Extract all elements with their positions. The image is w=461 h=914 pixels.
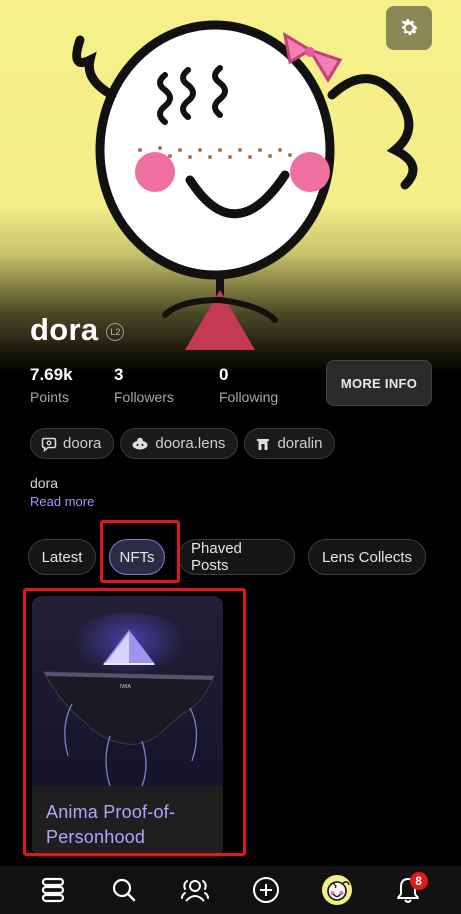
social-handles: doora doora.lens doralin [30, 428, 336, 459]
stat-label: Followers [114, 389, 174, 405]
bottom-nav: 8 [0, 866, 461, 914]
nav-create[interactable] [246, 870, 286, 910]
stat-value: 0 [219, 365, 229, 384]
settings-button[interactable] [386, 6, 432, 50]
nav-search[interactable] [104, 870, 144, 910]
nav-people[interactable] [175, 870, 215, 910]
gear-icon [401, 19, 418, 36]
handle-chip[interactable]: doralin [244, 428, 336, 459]
handle-label: doora [63, 435, 102, 452]
tab-latest[interactable]: Latest [28, 539, 96, 575]
floating-island-pyramid-image: IWIA [43, 613, 215, 787]
nav-profile[interactable] [317, 870, 357, 910]
nav-feed[interactable] [33, 870, 73, 910]
tab-lens-collects[interactable]: Lens Collects [308, 539, 426, 575]
profile-avatar-icon [321, 875, 352, 905]
chat-bubble-icon [41, 437, 57, 452]
nft-image: IWIA [32, 596, 223, 787]
stat-label: Points [30, 389, 69, 405]
level-badge: L2 [106, 323, 125, 341]
handle-chip[interactable]: doora.lens [120, 428, 239, 459]
nft-card[interactable]: IWIA Anima Proof-of-Personhood [32, 596, 223, 858]
tab-phaved-posts[interactable]: Phaved Posts [178, 539, 295, 575]
handle-label: doralin [277, 435, 323, 452]
nav-notifications[interactable]: 8 [388, 870, 428, 910]
stat-value: 7.69k [30, 365, 73, 384]
stat-points[interactable]: 7.69k Points [30, 365, 114, 405]
handle-label: doora.lens [155, 435, 226, 452]
content-tabs: Latest NFTs Phaved Posts Lens Collects [28, 539, 426, 575]
feed-stack-icon [42, 877, 65, 903]
search-icon [113, 878, 136, 902]
gate-icon [257, 438, 270, 450]
svg-text:IWIA: IWIA [120, 684, 131, 690]
profile-stats: 7.69k Points 3 Followers 0 Following [30, 365, 278, 405]
nft-title: Anima Proof-of-Personhood [46, 802, 176, 847]
tab-nfts[interactable]: NFTs [109, 539, 165, 575]
avatar-illustration [72, 20, 418, 350]
more-info-button[interactable]: MORE INFO [326, 360, 432, 406]
stat-followers[interactable]: 3 Followers [114, 365, 219, 405]
profile-bio: dora [30, 475, 59, 491]
people-icon [181, 880, 210, 902]
handle-chip[interactable]: doora [30, 428, 115, 459]
plus-circle-icon [252, 877, 279, 903]
notification-badge: 8 [409, 872, 428, 890]
lens-leaf-icon [132, 437, 148, 449]
stat-following[interactable]: 0 Following [219, 365, 278, 405]
profile-name-row: dora L2 [30, 312, 125, 348]
stat-label: Following [219, 389, 279, 405]
profile-name: dora [30, 312, 99, 347]
stat-value: 3 [114, 365, 124, 384]
read-more-link[interactable]: Read more [30, 494, 94, 509]
